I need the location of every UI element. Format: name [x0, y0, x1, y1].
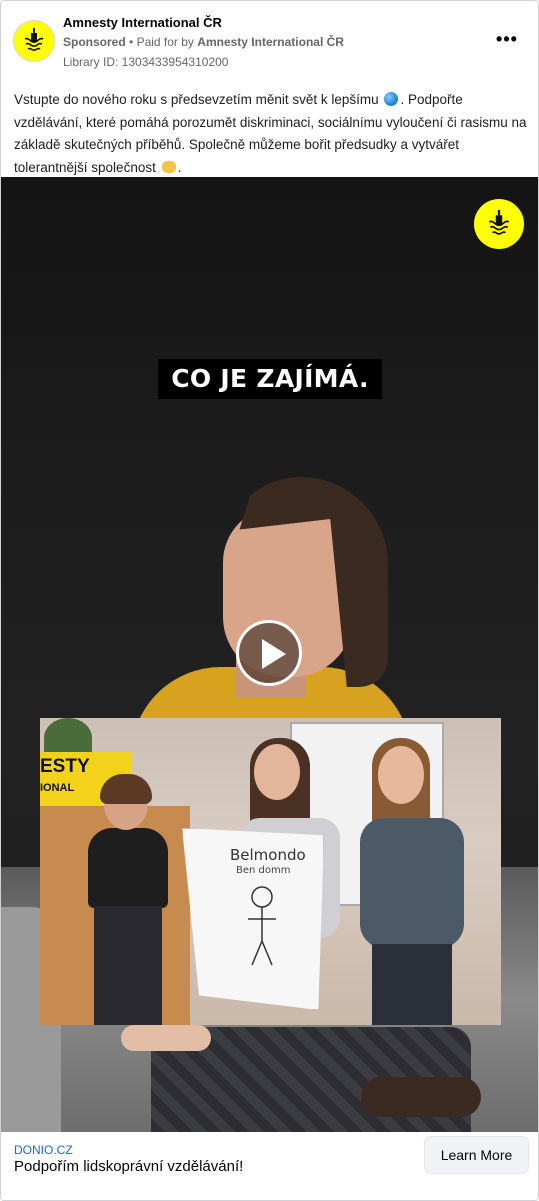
- library-id: Library ID: 1303433954310200: [63, 55, 229, 69]
- ad-card: Amnesty International ČR Sponsored • Pai…: [0, 0, 539, 1201]
- post-text-part3: .: [177, 159, 182, 175]
- amnesty-logo-badge: [474, 199, 524, 249]
- post-text-part1: Vstupte do nového roku s předsevzetím mě…: [14, 92, 379, 107]
- video-caption: CO JE ZAJÍMÁ.: [158, 359, 382, 399]
- page-avatar[interactable]: [13, 20, 55, 62]
- student-left: [80, 774, 175, 1025]
- speaker-hand: [121, 1025, 211, 1051]
- globe-icon: [384, 92, 399, 106]
- more-dots-icon: •••: [496, 29, 518, 49]
- learn-more-button[interactable]: Learn More: [424, 1136, 529, 1174]
- link-headline[interactable]: Podpořím lidskoprávní vzdělávání!: [14, 1158, 243, 1175]
- poster-title: Belmondo: [230, 846, 306, 864]
- more-options-button[interactable]: •••: [491, 29, 523, 53]
- sponsored-line: Sponsored • Paid for by Amnesty Internat…: [63, 35, 344, 49]
- play-button[interactable]: [236, 620, 302, 686]
- link-domain[interactable]: DONIO.CZ: [14, 1143, 73, 1157]
- handshake-icon: [161, 160, 176, 173]
- amnesty-candle-icon: [488, 209, 510, 235]
- amnesty-candle-icon: [24, 28, 44, 51]
- banner-line1: ESTY: [40, 756, 90, 777]
- post-text: Vstupte do nového roku s předsevzetím mě…: [14, 89, 528, 179]
- video-player[interactable]: CO JE ZAJÍMÁ. ESTY IONAL Belmondo Ben do…: [1, 177, 538, 1132]
- sponsored-label[interactable]: Sponsored: [63, 35, 126, 49]
- stick-figure-icon: [248, 886, 276, 966]
- advertiser-name[interactable]: Amnesty International ČR: [197, 35, 344, 49]
- page-name[interactable]: Amnesty International ČR: [63, 15, 222, 30]
- speaker-shoe: [361, 1077, 481, 1117]
- paid-for-prefix: Paid for by: [136, 35, 194, 49]
- banner-line2: IONAL: [40, 782, 75, 794]
- student-right: [358, 738, 468, 1025]
- play-icon: [262, 639, 286, 669]
- separator-dot: •: [129, 35, 134, 49]
- post-header: Amnesty International ČR Sponsored • Pai…: [1, 1, 538, 79]
- inset-photo: ESTY IONAL Belmondo Ben domm: [40, 718, 501, 1025]
- poster-subtitle: Ben domm: [236, 865, 291, 876]
- link-footer[interactable]: DONIO.CZ Podpořím lidskoprávní vzděláván…: [1, 1132, 538, 1200]
